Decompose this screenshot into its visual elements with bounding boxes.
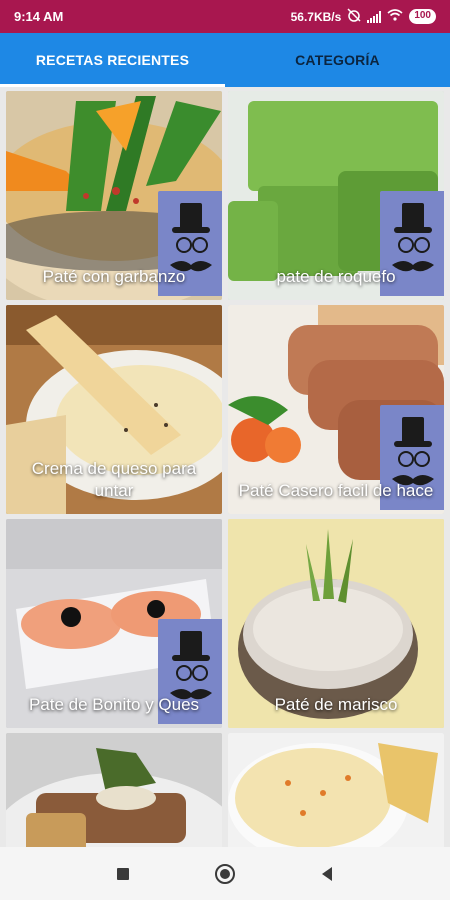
recipe-photo [228, 733, 444, 847]
recipe-card[interactable]: Paté de marisco [228, 519, 444, 728]
tab-categoria[interactable]: CATEGORÍA [225, 33, 450, 87]
recipe-title: Paté con garbanzo [42, 267, 186, 286]
recipe-title: pate de roquefo [276, 267, 396, 286]
recipe-card[interactable]: pate de roquefo [228, 91, 444, 300]
recipe-photo [6, 733, 222, 847]
recipe-grid: Paté con garbanzo pate de roquefo Crema … [0, 87, 450, 847]
wifi-icon [387, 9, 403, 24]
recipe-title: Crema de queso para untar [31, 459, 197, 500]
recipe-card[interactable]: Crema de queso para untar [6, 305, 222, 514]
recipe-card[interactable]: Paté Casero facil de hace [228, 305, 444, 514]
battery-icon: 100 [409, 9, 436, 24]
status-bar: 9:14 AM 56.7KB/s 100 [0, 0, 450, 33]
recipe-card[interactable]: Paté con garbanzo [6, 91, 222, 300]
square-recents-icon[interactable] [111, 862, 135, 886]
alarm-off-icon [347, 8, 361, 25]
recipe-title: Paté de marisco [274, 695, 398, 714]
circle-home-icon[interactable] [213, 862, 237, 886]
recipe-title: Paté Casero facil de hace [238, 481, 434, 500]
recipe-title: Pate de Bonito y Ques [28, 695, 200, 714]
status-indicators: 56.7KB/s 100 [291, 8, 436, 25]
status-time: 9:14 AM [14, 9, 64, 24]
signal-icon [367, 10, 382, 23]
recipe-card[interactable]: Pate de Bonito y Ques [6, 519, 222, 728]
triangle-back-icon[interactable] [315, 862, 339, 886]
recipe-card[interactable] [228, 733, 444, 847]
system-nav-bar [0, 847, 450, 900]
network-speed: 56.7KB/s [290, 9, 342, 24]
tab-bar: RECETAS RECIENTES CATEGORÍA [0, 33, 450, 87]
tab-recetas-recientes[interactable]: RECETAS RECIENTES [0, 33, 225, 87]
recipe-card[interactable] [6, 733, 222, 847]
